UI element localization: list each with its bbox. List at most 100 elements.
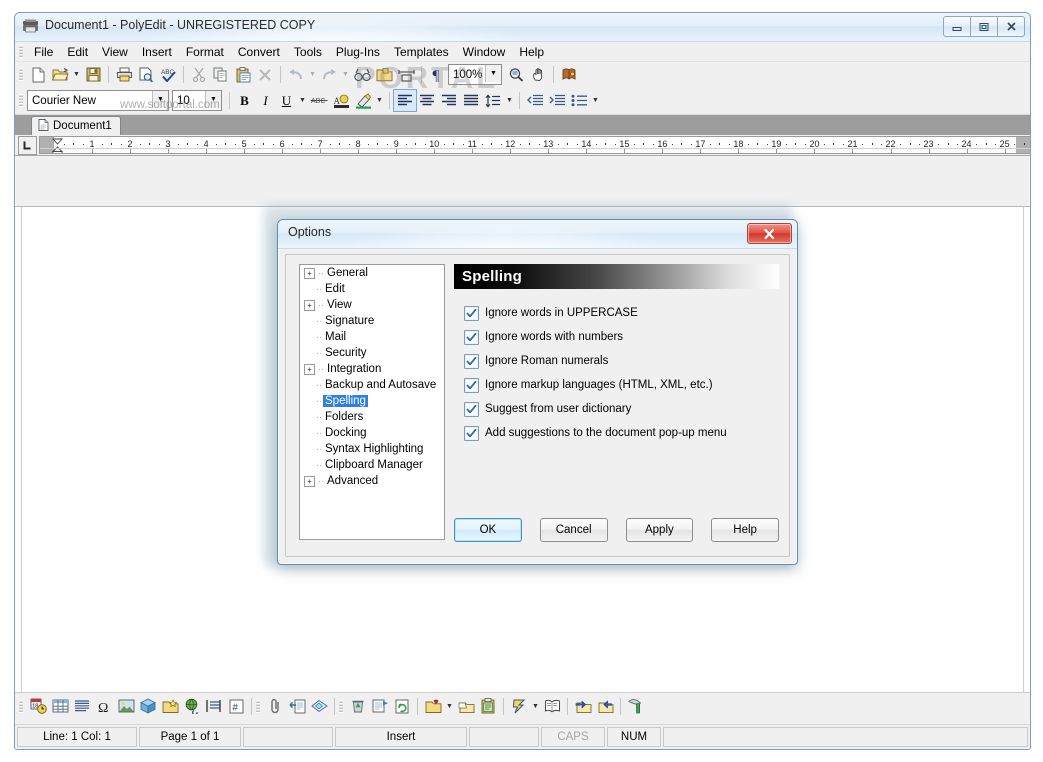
insert-toolbar-grip[interactable] [19, 700, 23, 713]
tab-stop-selector[interactable] [18, 136, 37, 155]
print-preview-button[interactable] [135, 64, 157, 85]
close-button[interactable] [997, 16, 1025, 37]
insert-datetime-button[interactable]: 18 [27, 696, 49, 717]
redo-dropdown-icon[interactable]: ▼ [340, 64, 351, 85]
clipboard-manager-button[interactable] [477, 696, 499, 717]
bullet-list-dropdown-icon[interactable]: ▼ [590, 90, 601, 111]
checkbox[interactable] [464, 306, 479, 321]
dictionary-button[interactable] [541, 696, 563, 717]
tree-item-signature[interactable]: ··Signature [300, 313, 444, 329]
highlight-color-button[interactable] [352, 90, 374, 111]
replace-button[interactable] [373, 64, 395, 85]
italic-button[interactable]: I [255, 90, 276, 111]
option-row[interactable]: Ignore markup languages (HTML, XML, etc.… [464, 373, 779, 397]
export-button[interactable] [594, 696, 616, 717]
tree-item-integration[interactable]: +··Integration [300, 361, 444, 377]
menu-item-format[interactable]: Format [179, 44, 231, 60]
insert-document-button[interactable] [286, 696, 308, 717]
menu-grip-handle[interactable] [19, 45, 23, 58]
checkbox[interactable] [464, 402, 479, 417]
pan-hand-button[interactable] [527, 64, 549, 85]
status-insert-mode[interactable]: Insert [335, 727, 467, 747]
align-justify-button[interactable] [460, 90, 482, 111]
option-row[interactable]: Ignore words in UPPERCASE [464, 301, 779, 325]
align-center-button[interactable] [416, 90, 438, 111]
underline-button[interactable]: U [276, 90, 297, 111]
option-row[interactable]: Ignore Roman numerals [464, 349, 779, 373]
expand-plus-icon[interactable]: + [304, 300, 315, 311]
new-document-button[interactable] [27, 64, 49, 85]
recycle-bin-button[interactable] [347, 696, 369, 717]
font-name-dropdown-icon[interactable]: ▼ [152, 91, 168, 108]
checkbox[interactable] [464, 378, 479, 393]
line-spacing-button[interactable] [482, 90, 504, 111]
import-button[interactable] [572, 696, 594, 717]
options-category-tree[interactable]: +··General··Edit+··View··Signature··Mail… [299, 264, 445, 540]
document-tab-document1[interactable]: Document1 [31, 116, 121, 135]
insert-hyperlink-button[interactable] [181, 696, 203, 717]
first-line-indent-marker[interactable] [52, 138, 63, 145]
font-name-combo[interactable]: Courier New ▼ [27, 90, 169, 111]
properties-button[interactable] [369, 696, 391, 717]
ok-button[interactable]: OK [454, 518, 522, 542]
insert-table-button[interactable] [49, 696, 71, 717]
cut-button[interactable] [188, 64, 210, 85]
tree-item-syntax-highlighting[interactable]: ··Syntax Highlighting [300, 441, 444, 457]
checkbox[interactable] [464, 354, 479, 369]
expand-plus-icon[interactable]: + [304, 476, 315, 487]
format-toolbar-grip[interactable] [19, 94, 23, 107]
menu-item-edit[interactable]: Edit [60, 44, 95, 60]
restore-button[interactable] [970, 16, 998, 37]
option-row[interactable]: Ignore words with numbers [464, 325, 779, 349]
spell-check-button[interactable]: ABC [157, 64, 179, 85]
menu-item-view[interactable]: View [95, 44, 135, 60]
tree-item-backup-and-autosave[interactable]: ··Backup and Autosave [300, 377, 444, 393]
copy-button[interactable] [210, 64, 232, 85]
insert-note-button[interactable] [308, 696, 330, 717]
menu-item-tools[interactable]: Tools [287, 44, 329, 60]
insert-field-button[interactable]: # [225, 696, 247, 717]
undo-button[interactable] [285, 64, 307, 85]
option-row[interactable]: Suggest from user dictionary [464, 397, 779, 421]
bullet-list-button[interactable] [568, 90, 590, 111]
insert-page-break-button[interactable] [203, 696, 225, 717]
minimize-button[interactable] [943, 16, 971, 37]
menu-item-help[interactable]: Help [512, 44, 551, 60]
refresh-document-button[interactable] [391, 696, 413, 717]
favorites-open-button[interactable] [422, 696, 444, 717]
apply-button[interactable]: Apply [626, 518, 694, 542]
undo-dropdown-icon[interactable]: ▼ [307, 64, 318, 85]
menu-item-convert[interactable]: Convert [231, 44, 287, 60]
help-button[interactable]: Help [711, 518, 779, 542]
open-document-button[interactable] [49, 64, 71, 85]
help-book-button[interactable] [558, 64, 580, 85]
show-formatting-button[interactable]: ¶ [426, 64, 448, 85]
font-color-button[interactable]: A [330, 90, 352, 111]
increase-indent-button[interactable] [546, 90, 568, 111]
insert-picture-button[interactable] [115, 696, 137, 717]
dialog-close-button[interactable] [747, 223, 792, 244]
cancel-button[interactable]: Cancel [540, 518, 608, 542]
quick-macro-dropdown-icon[interactable]: ▼ [530, 696, 541, 717]
tree-item-docking[interactable]: ··Docking [300, 425, 444, 441]
save-document-button[interactable] [82, 64, 104, 85]
zoom-combo[interactable]: 100% ▼ [448, 64, 502, 85]
font-size-combo[interactable]: 10 ▼ [172, 90, 222, 111]
insert-file-button[interactable] [159, 696, 181, 717]
tree-item-edit[interactable]: ··Edit [300, 281, 444, 297]
decrease-indent-button[interactable] [524, 90, 546, 111]
horizontal-ruler[interactable]: 1234567891011121314151617181920212223242… [39, 136, 1030, 154]
underline-dropdown-icon[interactable]: ▼ [297, 90, 308, 111]
checkbox[interactable] [464, 426, 479, 441]
tree-item-mail[interactable]: ··Mail [300, 329, 444, 345]
menu-item-templates[interactable]: Templates [387, 44, 456, 60]
delete-button[interactable] [254, 64, 276, 85]
find-button[interactable] [351, 64, 373, 85]
insert-text-block-button[interactable] [71, 696, 93, 717]
tools-toolbar-grip[interactable] [339, 700, 343, 713]
menu-item-file[interactable]: File [27, 44, 60, 60]
page-setup-button[interactable] [395, 64, 417, 85]
tree-item-advanced[interactable]: +··Advanced [300, 473, 444, 489]
menu-item-plugins[interactable]: Plug-Ins [329, 44, 387, 60]
standard-toolbar-grip[interactable] [19, 68, 23, 81]
